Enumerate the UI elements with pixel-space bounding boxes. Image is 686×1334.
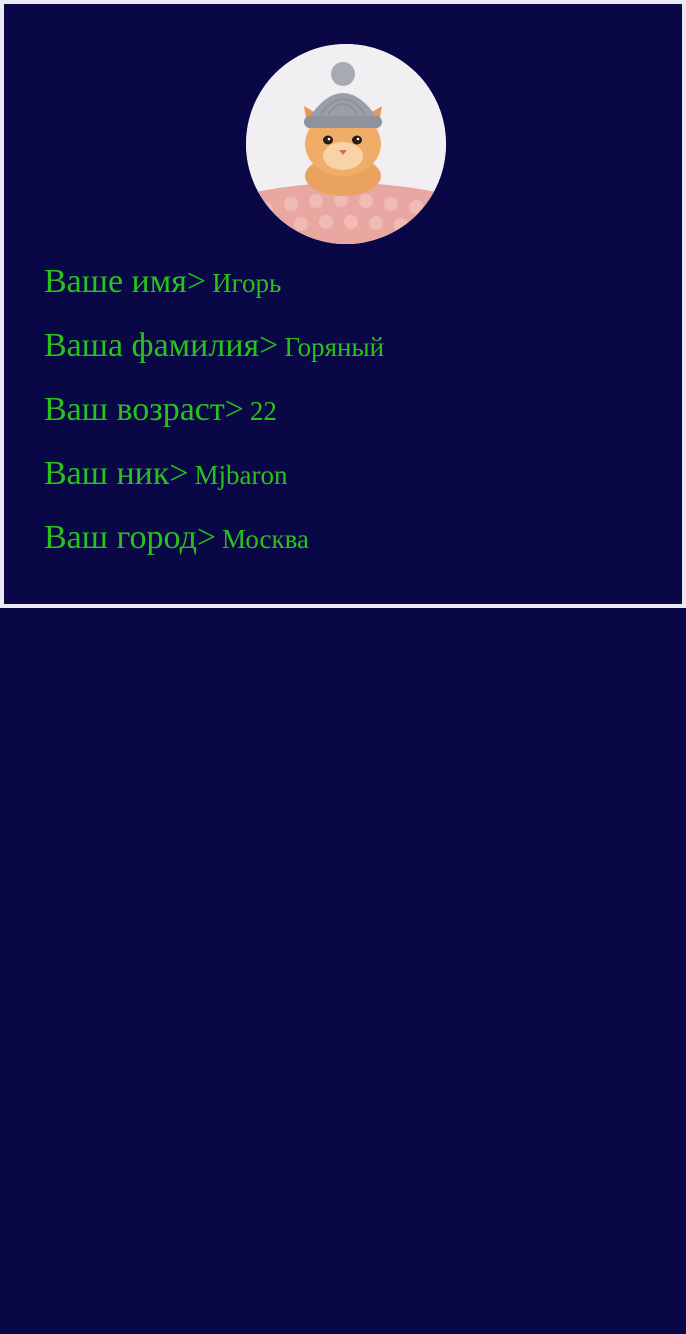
field-first-name: Ваше имя> Игорь xyxy=(44,260,662,324)
avatar xyxy=(246,44,446,244)
field-age: Ваш возраст> 22 xyxy=(44,388,662,452)
profile-fields: Ваше имя> Игорь Ваша фамилия> Горяный Ваш … xyxy=(44,260,662,580)
field-value: 22 xyxy=(249,396,277,426)
field-last-name: Ваша фамилия> Горяный xyxy=(44,324,662,388)
field-label: Ваш возраст> xyxy=(44,391,244,428)
field-label: Ваша фамилия> xyxy=(44,327,279,364)
field-value: Горяный xyxy=(284,332,385,362)
field-value: Москва xyxy=(222,524,310,554)
field-nickname: Ваш ник> Mjbaron xyxy=(44,452,662,516)
kitten-avatar-icon xyxy=(246,44,446,244)
field-label: Ваш ник> xyxy=(44,455,189,492)
field-label: Ваш город> xyxy=(44,519,217,556)
profile-card: Ваше имя> Игорь Ваша фамилия> Горяный Ваш … xyxy=(0,0,686,608)
field-city: Ваш город> Москва xyxy=(44,516,662,580)
field-label: Ваше имя> xyxy=(44,263,207,300)
field-value: Mjbaron xyxy=(194,460,288,490)
field-value: Игорь xyxy=(212,268,282,298)
